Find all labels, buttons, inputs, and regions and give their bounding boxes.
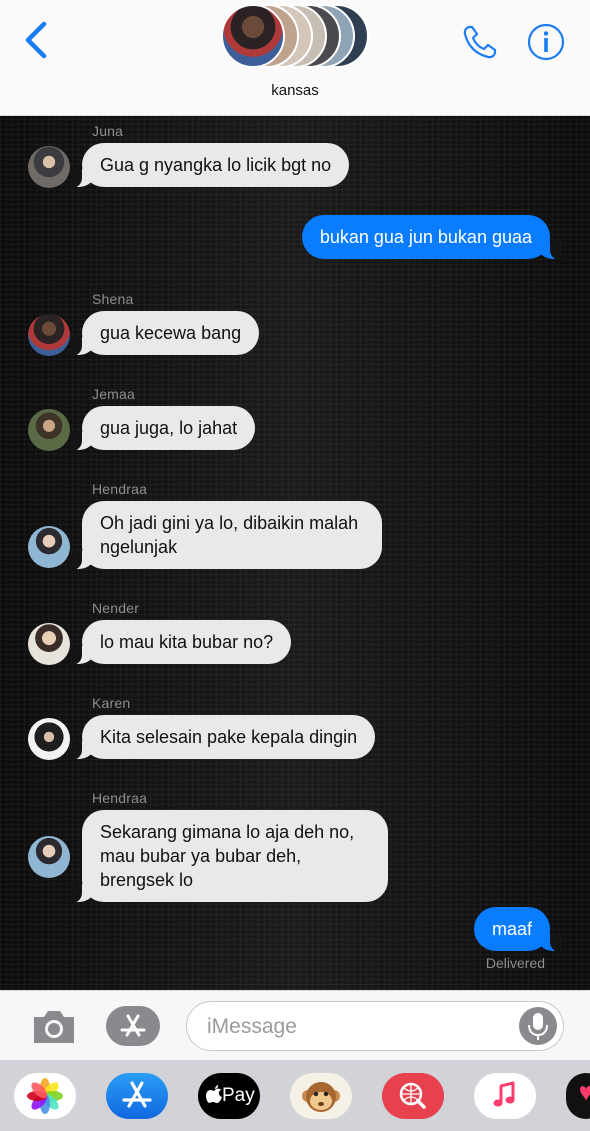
phone-icon [463, 25, 497, 59]
microphone-icon [528, 1013, 548, 1040]
camera-button[interactable] [30, 1007, 78, 1047]
group-avatar-stack[interactable] [221, 4, 371, 70]
app-store-icon [120, 1014, 146, 1037]
music-icon [493, 1081, 515, 1107]
message-input[interactable] [207, 1012, 507, 1042]
sender-avatar[interactable] [28, 623, 70, 665]
sender-avatar[interactable] [28, 526, 70, 568]
message-text: lo mau kita bubar no? [100, 632, 274, 652]
sender-avatar[interactable] [28, 146, 70, 188]
sender-avatar[interactable] [28, 718, 70, 760]
message-text: gua juga, lo jahat [100, 418, 238, 438]
back-button[interactable] [18, 18, 58, 62]
sender-name: Karen [92, 695, 131, 711]
sender-avatar[interactable] [28, 836, 70, 878]
info-button[interactable] [526, 22, 566, 62]
music-app[interactable] [474, 1073, 536, 1119]
message-bubble[interactable]: Gua g nyangka lo licik bgt no [69, 143, 350, 188]
message-text: Gua g nyangka lo licik bgt no [100, 155, 332, 175]
delivery-status: Delivered [485, 955, 545, 971]
message-field[interactable] [186, 1001, 564, 1051]
sender-name: Nender [92, 600, 140, 616]
camera-icon [34, 1011, 74, 1043]
message-text: gua kecewa bang [100, 323, 242, 343]
message-bubble[interactable]: gua kecewa bang [69, 311, 260, 356]
message-bubble[interactable]: Kita selesain pake kepala dingin [69, 715, 376, 760]
apple-pay-label: Pay [222, 1085, 255, 1106]
call-button[interactable] [460, 22, 500, 62]
message-composer [0, 990, 590, 1060]
message-bubble[interactable]: bukan gua jun bukan guaa [301, 215, 563, 260]
animoji-icon [302, 1082, 340, 1112]
sender-avatar[interactable] [28, 409, 70, 451]
photos-icon [27, 1078, 63, 1114]
message-text: Oh jadi gini ya lo, dibaikin malah ngelu… [100, 513, 359, 557]
sender-name: Hendraa [92, 790, 148, 806]
chat-header: kansas [0, 0, 590, 116]
sender-name: Shena [92, 291, 134, 307]
sender-name: Jemaa [92, 386, 136, 402]
digital-touch-icon [580, 1086, 590, 1101]
message-bubble[interactable]: gua juga, lo jahat [69, 406, 256, 451]
app-store-button[interactable] [106, 1006, 160, 1046]
photos-app[interactable] [14, 1073, 76, 1119]
app-drawer: Pay [0, 1060, 590, 1131]
message-bubble[interactable]: Oh jadi gini ya lo, dibaikin malah ngelu… [70, 501, 382, 570]
app-store-icon [122, 1081, 152, 1108]
app-store-app[interactable] [106, 1073, 168, 1119]
message-text: bukan gua jun bukan guaa [319, 227, 532, 247]
chevron-left-icon [25, 21, 47, 59]
message-text: maaf [491, 919, 532, 939]
group-name[interactable]: kansas [0, 82, 590, 99]
message-bubble[interactable]: lo mau kita bubar no? [69, 620, 292, 665]
info-icon [527, 23, 565, 61]
member-avatar [221, 4, 285, 68]
sender-avatar[interactable] [28, 314, 70, 356]
message-bubble[interactable]: maaf [473, 907, 563, 952]
message-bubble[interactable]: Sekarang gimana lo aja deh no, mau bubar… [70, 810, 388, 903]
apple-pay-app[interactable]: Pay [198, 1073, 260, 1119]
apple-pay-icon [205, 1085, 222, 1103]
message-text: Kita selesain pake kepala dingin [100, 727, 358, 747]
message-text: Sekarang gimana lo aja deh no, mau bubar… [100, 822, 355, 890]
web-search-icon [399, 1082, 426, 1109]
sender-name: Hendraa [92, 481, 148, 497]
web-search-app[interactable] [382, 1073, 444, 1119]
sender-name: Juna [92, 123, 124, 139]
animoji-app[interactable] [290, 1073, 352, 1119]
message-thread[interactable]: Juna Gua g nyangka lo licik bgt no bukan… [0, 116, 590, 990]
dictation-button[interactable] [519, 1007, 557, 1045]
digital-touch-app[interactable] [566, 1073, 590, 1119]
